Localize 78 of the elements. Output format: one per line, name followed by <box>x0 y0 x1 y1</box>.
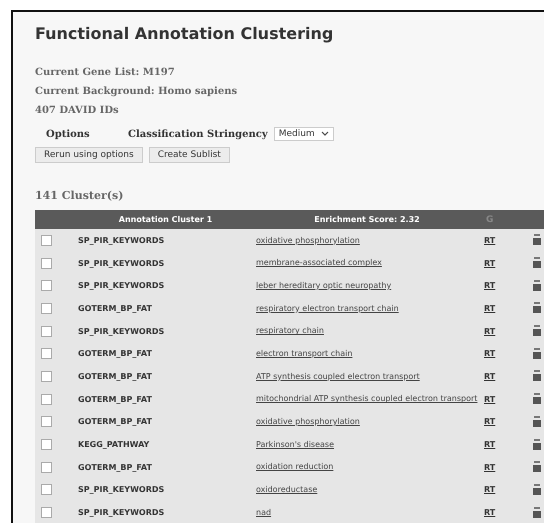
gene-icon[interactable] <box>533 325 541 338</box>
term-link[interactable]: respiratory chain <box>256 326 324 336</box>
row-checkbox[interactable] <box>41 462 52 473</box>
options-label: Options <box>46 128 91 140</box>
gene-icon[interactable] <box>533 461 541 474</box>
stringency-dropdown[interactable]: Medium <box>274 127 334 141</box>
gene-icon[interactable] <box>533 234 541 246</box>
info-text: Current Gene List: M197 <box>35 67 176 80</box>
row-checkbox[interactable] <box>41 507 52 518</box>
page-title: Functional Annotation Clustering <box>35 24 334 43</box>
table-cell: GOTERM_BP_FAT <box>75 365 256 388</box>
stringency-label: Classification Stringency <box>128 128 268 140</box>
gene-icon[interactable] <box>533 370 541 382</box>
table-cell: GOTERM_BP_FAT <box>75 388 256 410</box>
term-link[interactable]: mitochondrial ATP synthesis coupled electron transport <box>256 394 478 404</box>
gene-icon[interactable] <box>533 280 541 292</box>
header-cell: Enrichment Score: 2.32 <box>256 210 478 229</box>
gene-icon[interactable] <box>533 416 541 428</box>
gene-icon[interactable] <box>533 302 541 314</box>
gene-icon[interactable] <box>533 438 541 451</box>
term-link[interactable]: oxidation reduction <box>256 462 334 472</box>
term-link[interactable]: membrane-associated complex <box>256 258 382 268</box>
cluster-count: 141 Cluster(s) <box>35 189 124 202</box>
rt-link[interactable]: RT <box>478 236 496 245</box>
term-link[interactable]: nad <box>256 508 272 518</box>
row-checkbox[interactable] <box>41 258 52 269</box>
rt-link[interactable]: RT <box>478 440 496 450</box>
term-link[interactable]: Parkinson's disease <box>256 440 334 450</box>
rt-link[interactable]: RT <box>478 258 496 268</box>
gene-icon[interactable] <box>533 348 541 360</box>
table-cell: SP_PIR_KEYWORDS <box>75 478 256 502</box>
term-link[interactable]: oxidoreductase <box>256 485 318 495</box>
rt-link[interactable]: RT <box>478 304 496 313</box>
info-text: Current Background: Homo sapiens <box>35 86 238 99</box>
row-checkbox[interactable] <box>41 280 52 292</box>
row-checkbox[interactable] <box>41 394 52 405</box>
rt-link[interactable]: RT <box>478 281 496 290</box>
term-link[interactable]: oxidative phosphorylation <box>256 236 360 246</box>
gene-icon[interactable] <box>533 257 541 270</box>
row-checkbox[interactable] <box>41 302 52 314</box>
table-cell: GOTERM_BP_FAT <box>75 410 256 434</box>
table-cell: SP_PIR_KEYWORDS <box>75 252 256 274</box>
action-button[interactable]: Rerun using options <box>35 147 143 163</box>
term-link[interactable]: leber hereditary optic neuropathy <box>256 280 392 291</box>
rt-link[interactable]: RT <box>478 394 496 404</box>
table-cell: KEGG_PATHWAY <box>75 433 256 456</box>
rt-link[interactable]: RT <box>478 485 496 494</box>
table-cell: GOTERM_BP_FAT <box>75 456 256 479</box>
rt-link[interactable]: RT <box>478 349 496 358</box>
row-checkbox[interactable] <box>41 348 52 360</box>
table-cell: SP_PIR_KEYWORDS <box>75 274 256 298</box>
term-link[interactable]: electron transport chain <box>256 348 352 359</box>
row-checkbox[interactable] <box>41 416 52 428</box>
info-text: 407 DAVID IDs <box>35 105 120 118</box>
row-checkbox[interactable] <box>41 370 52 382</box>
table-cell: SP_PIR_KEYWORDS <box>75 501 256 523</box>
caret-icon <box>320 131 329 137</box>
row-checkbox[interactable] <box>41 439 52 450</box>
gene-icon[interactable] <box>533 506 541 519</box>
table-cell: GOTERM_BP_FAT <box>75 297 256 320</box>
term-link[interactable]: respiratory electron transport chain <box>256 304 399 314</box>
gene-icon[interactable] <box>533 484 541 496</box>
table-cell: SP_PIR_KEYWORDS <box>75 320 256 342</box>
gene-icon[interactable] <box>533 393 541 406</box>
term-link[interactable]: ATP synthesis coupled electron transport <box>256 372 420 382</box>
rt-link[interactable]: RT <box>478 462 496 472</box>
row-checkbox[interactable] <box>41 326 52 337</box>
term-link[interactable]: oxidative phosphorylation <box>256 417 360 427</box>
action-button[interactable]: Create Sublist <box>148 147 230 163</box>
rt-link[interactable]: RT <box>478 372 496 381</box>
table-cell: GOTERM_BP_FAT <box>75 342 256 366</box>
row-checkbox[interactable] <box>41 484 52 496</box>
row-checkbox[interactable] <box>41 234 52 246</box>
rt-link[interactable]: RT <box>478 417 496 426</box>
header-cell: Annotation Cluster 1 <box>75 210 256 229</box>
rt-link[interactable]: RT <box>478 326 496 336</box>
rt-link[interactable]: RT <box>478 508 496 518</box>
table-cell: SP_PIR_KEYWORDS <box>75 229 256 252</box>
